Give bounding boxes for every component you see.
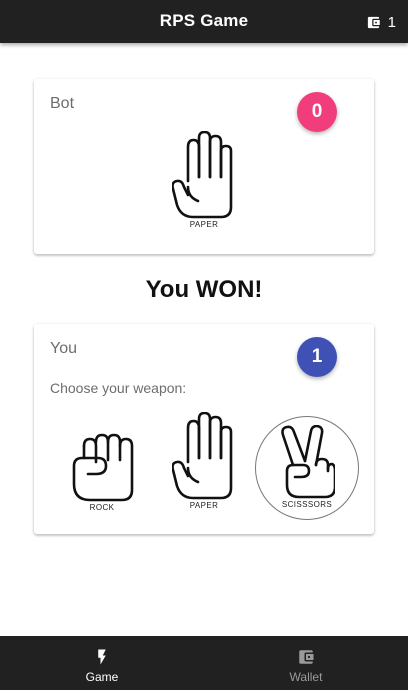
- nav-item-game[interactable]: Game: [0, 636, 204, 690]
- player-score-badge: 1: [297, 337, 337, 377]
- player-name: You: [50, 340, 77, 357]
- app-title: RPS Game: [159, 11, 249, 30]
- bot-score-badge: 0: [297, 92, 337, 132]
- nav-item-wallet[interactable]: Wallet: [204, 636, 408, 690]
- app-root: RPS Game 1 Bot 0 PAPER You WON! You 1 Ch…: [0, 0, 408, 690]
- bot-hand-label: PAPER: [189, 220, 219, 229]
- wallet-count: 1: [387, 13, 396, 31]
- bot-card: Bot 0 PAPER: [34, 79, 374, 254]
- bot-hand: PAPER: [168, 131, 240, 229]
- wallet-balance[interactable]: 1: [366, 12, 396, 32]
- scissors-hand-icon: [281, 425, 335, 499]
- wallet-icon: [366, 15, 381, 30]
- paper-hand-icon: [172, 412, 233, 500]
- choose-weapon-prompt: Choose your weapon:: [50, 380, 187, 396]
- weapon-scissors-button[interactable]: SCISSSORS: [255, 416, 359, 520]
- nav-item-game-label: Game: [85, 670, 119, 684]
- nav-item-wallet-label: Wallet: [289, 670, 323, 684]
- weapon-paper-button[interactable]: PAPER: [152, 412, 256, 520]
- bottom-navigation: Game Wallet: [0, 636, 408, 690]
- weapon-rock-label: ROCK: [89, 503, 115, 512]
- wallet-icon: [297, 648, 315, 670]
- rock-hand-icon: [72, 433, 134, 502]
- round-result: You WON!: [145, 276, 263, 303]
- weapon-rock-button[interactable]: ROCK: [50, 416, 154, 520]
- weapon-scissors-label: SCISSSORS: [281, 500, 333, 509]
- paper-hand-icon: [172, 131, 233, 219]
- bot-name: Bot: [50, 95, 75, 112]
- lightning-icon: [93, 648, 111, 670]
- player-card: You 1 Choose your weapon: ROCK PAPER SCI…: [34, 324, 374, 534]
- top-app-bar: RPS Game 1: [0, 0, 408, 43]
- weapon-paper-label: PAPER: [189, 501, 219, 510]
